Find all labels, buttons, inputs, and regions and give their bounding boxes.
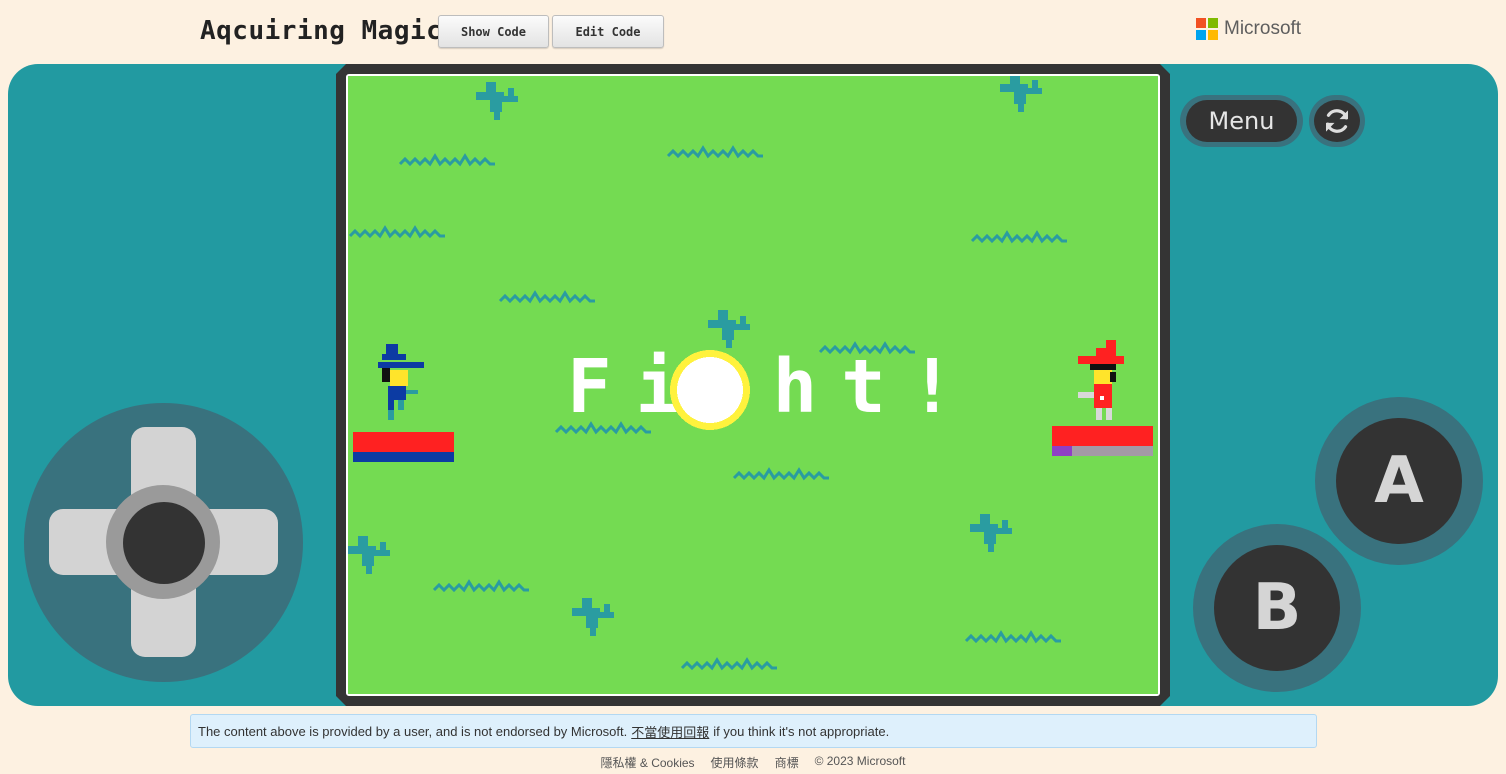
content-notice: The content above is provided by a user,… — [190, 714, 1317, 748]
magic-orb — [677, 357, 743, 423]
show-code-button[interactable]: Show Code — [438, 15, 549, 48]
fight-banner-text: Fi ht! — [567, 344, 978, 430]
trademark-link[interactable]: 商標 — [775, 754, 799, 771]
notice-suffix: if you think it's not appropriate. — [713, 723, 890, 739]
enemy-hp-bar — [1052, 426, 1153, 446]
enemy-mana-bar-fill — [1052, 446, 1072, 456]
terms-link[interactable]: 使用條款 — [711, 754, 759, 771]
report-abuse-link[interactable]: 不當使用回報 — [631, 722, 709, 741]
fight-banner: Fi ht! — [567, 344, 978, 430]
game-screen[interactable]: Fi ht! — [346, 74, 1160, 696]
a-button[interactable]: A — [1336, 418, 1462, 544]
notice-text: The content above is provided by a user,… — [198, 723, 628, 739]
edit-code-button[interactable]: Edit Code — [552, 15, 664, 48]
microsoft-logo-icon — [1196, 18, 1218, 40]
dpad-center[interactable] — [123, 502, 205, 584]
brand-name: Microsoft — [1224, 18, 1302, 39]
privacy-link[interactable]: 隱私權 & Cookies — [601, 754, 695, 771]
copyright-text: © 2023 Microsoft — [814, 754, 906, 768]
b-button[interactable]: B — [1214, 545, 1340, 671]
menu-button[interactable]: Menu — [1186, 100, 1297, 142]
refresh-icon — [1326, 109, 1348, 133]
reset-button[interactable] — [1314, 100, 1360, 142]
game-canvas: Fi ht! — [348, 76, 1158, 694]
microsoft-brand[interactable]: Microsoft — [1196, 18, 1301, 40]
player-mana-bar — [353, 452, 454, 462]
game-title: Aqcuiring Magic — [200, 16, 443, 46]
player-hp-bar — [353, 432, 454, 452]
page-footer: 隱私權 & Cookies 使用條款 商標 © 2023 Microsoft — [0, 754, 1506, 771]
